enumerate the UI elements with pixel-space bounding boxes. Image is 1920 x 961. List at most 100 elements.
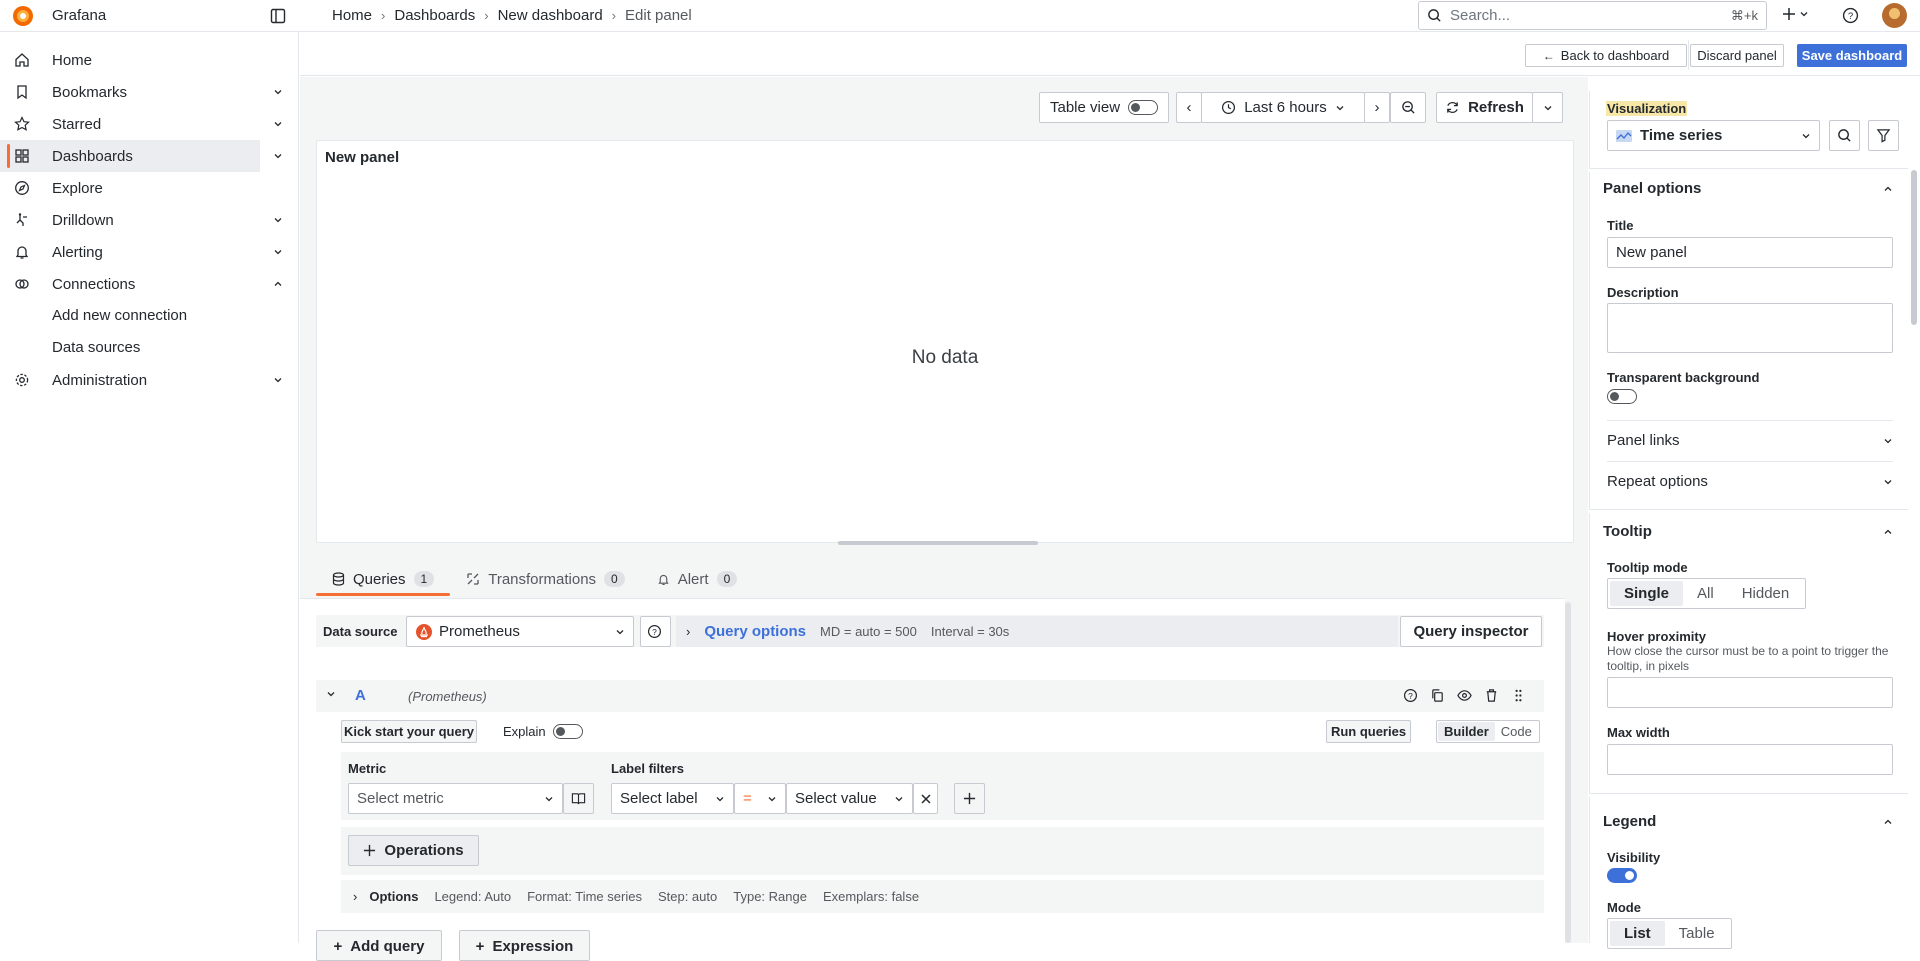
drag-handle-icon[interactable] bbox=[1511, 688, 1526, 703]
panel-links-header[interactable]: Panel links bbox=[1607, 420, 1893, 460]
save-dashboard-button[interactable]: Save dashboard bbox=[1797, 44, 1907, 67]
datasource-help-button[interactable]: ? bbox=[640, 616, 671, 647]
sidebar-item-home[interactable]: Home bbox=[0, 44, 299, 76]
repeat-options-header[interactable]: Repeat options bbox=[1607, 461, 1893, 501]
avatar[interactable] bbox=[1882, 3, 1907, 28]
options-scrollbar[interactable] bbox=[1911, 170, 1917, 325]
refresh-interval-dropdown[interactable] bbox=[1532, 92, 1563, 123]
add-query-button[interactable]: + Add query bbox=[316, 930, 442, 961]
value-select[interactable]: Select value bbox=[786, 783, 913, 814]
visualization-picker[interactable]: Time series bbox=[1607, 120, 1820, 151]
operator-select[interactable]: = bbox=[734, 783, 786, 814]
time-forward-button[interactable]: › bbox=[1364, 92, 1390, 123]
sidebar-item-alerting[interactable]: Alerting bbox=[0, 236, 299, 268]
tab-transformations[interactable]: Transformations 0 bbox=[450, 562, 641, 596]
sidebar-subitem-data-sources[interactable]: Data sources bbox=[52, 339, 140, 356]
table-view-switch[interactable] bbox=[1128, 100, 1158, 115]
query-options-toggle[interactable]: Query options bbox=[704, 623, 806, 640]
refresh-button[interactable]: Refresh bbox=[1436, 92, 1533, 123]
table-view-toggle[interactable]: Table view bbox=[1039, 92, 1169, 123]
query-options-bar[interactable]: › Query options MD = auto = 500 Interval… bbox=[676, 616, 1398, 647]
hover-proximity-input[interactable] bbox=[1607, 677, 1893, 708]
editor-mode-switch[interactable]: Builder Code bbox=[1436, 720, 1540, 743]
tab-queries[interactable]: Queries 1 bbox=[316, 562, 451, 596]
kick-start-query-button[interactable]: Kick start your query bbox=[341, 720, 477, 743]
chevron-down-icon[interactable] bbox=[273, 119, 283, 129]
tab-alert[interactable]: Alert 0 bbox=[641, 562, 754, 596]
trash-icon[interactable] bbox=[1484, 688, 1499, 703]
remove-filter-button[interactable] bbox=[913, 783, 938, 814]
legend-header[interactable]: Legend bbox=[1603, 813, 1893, 830]
sidebar-item-starred[interactable]: Starred bbox=[0, 108, 299, 140]
grafana-logo-icon[interactable] bbox=[12, 5, 34, 27]
description-textarea[interactable] bbox=[1607, 303, 1893, 353]
sidebar-item-dashboards[interactable]: Dashboards bbox=[0, 140, 260, 172]
filter-icon bbox=[1876, 128, 1891, 143]
query-inspector-button[interactable]: Query inspector bbox=[1400, 616, 1542, 647]
help-icon[interactable]: ? bbox=[1842, 7, 1859, 24]
run-queries-button[interactable]: Run queries bbox=[1326, 720, 1411, 743]
zoom-out-button[interactable] bbox=[1390, 92, 1426, 123]
chevron-down-icon[interactable] bbox=[273, 151, 283, 161]
breadcrumb-dashboards[interactable]: Dashboards bbox=[394, 7, 475, 24]
legend-mode-list[interactable]: List bbox=[1610, 921, 1665, 946]
question-circle-icon[interactable]: ? bbox=[1403, 688, 1418, 703]
dock-menu-icon[interactable] bbox=[270, 8, 286, 24]
tooltip-header[interactable]: Tooltip bbox=[1603, 523, 1893, 540]
tooltip-mode-switch[interactable]: Single All Hidden bbox=[1607, 578, 1807, 609]
builder-mode-option[interactable]: Builder bbox=[1438, 722, 1495, 741]
query-options-summary[interactable]: › Options Legend: Auto Format: Time seri… bbox=[341, 880, 1544, 913]
tooltip-mode-single[interactable]: Single bbox=[1610, 581, 1684, 606]
discard-panel-button[interactable]: Discard panel bbox=[1690, 44, 1784, 67]
queries-scrollbar[interactable] bbox=[1565, 602, 1571, 943]
transparent-background-switch[interactable] bbox=[1607, 389, 1637, 404]
legend-mode-switch[interactable]: List Table bbox=[1607, 918, 1732, 949]
sidebar-item-administration[interactable]: Administration bbox=[0, 364, 299, 396]
query-row-header[interactable] bbox=[316, 680, 1544, 712]
sidebar-item-drilldown[interactable]: Drilldown bbox=[0, 204, 299, 236]
time-range-picker[interactable]: Last 6 hours bbox=[1201, 92, 1365, 123]
tooltip-mode-all[interactable]: All bbox=[1683, 581, 1728, 606]
chevron-down-icon[interactable] bbox=[273, 87, 283, 97]
panel-preview[interactable]: New panel No data bbox=[316, 140, 1574, 543]
pane-resize-handle[interactable] bbox=[838, 541, 1038, 545]
copy-icon[interactable] bbox=[1430, 688, 1445, 703]
panel-title-input[interactable]: New panel bbox=[1607, 237, 1893, 268]
add-filter-button[interactable] bbox=[954, 783, 985, 814]
search-options-button[interactable] bbox=[1829, 120, 1860, 151]
sidebar-item-connections[interactable]: Connections bbox=[0, 268, 299, 300]
apps-icon bbox=[14, 148, 30, 164]
back-to-dashboard-button[interactable]: ← Back to dashboard bbox=[1525, 44, 1687, 67]
chevron-down-icon[interactable] bbox=[273, 375, 283, 385]
label-select[interactable]: Select label bbox=[611, 783, 734, 814]
datasource-picker[interactable]: Prometheus bbox=[406, 616, 634, 647]
breadcrumb-new-dashboard[interactable]: New dashboard bbox=[498, 7, 603, 24]
chevron-down-icon[interactable] bbox=[273, 247, 283, 257]
sidebar-item-bookmarks[interactable]: Bookmarks bbox=[0, 76, 299, 108]
metric-select[interactable]: Select metric bbox=[348, 783, 563, 814]
add-expression-button[interactable]: + Expression bbox=[459, 930, 590, 961]
metrics-explorer-button[interactable] bbox=[563, 783, 594, 814]
legend-mode-table[interactable]: Table bbox=[1665, 921, 1729, 946]
sidebar-item-explore[interactable]: Explore bbox=[0, 172, 299, 204]
new-button[interactable] bbox=[1782, 7, 1809, 21]
explain-switch[interactable] bbox=[553, 724, 583, 739]
panel-options-header[interactable]: Panel options bbox=[1603, 180, 1893, 197]
query-interval: Interval = 30s bbox=[930, 624, 1010, 639]
breadcrumb-home[interactable]: Home bbox=[332, 7, 372, 24]
eye-icon[interactable] bbox=[1457, 688, 1472, 703]
sidebar-subitem-add-new-connection[interactable]: Add new connection bbox=[52, 307, 187, 324]
query-ref-id[interactable]: A bbox=[355, 687, 366, 704]
search-input[interactable]: Search... ⌘+k bbox=[1418, 1, 1767, 30]
tooltip-mode-hidden[interactable]: Hidden bbox=[1728, 581, 1804, 606]
filter-options-button[interactable] bbox=[1868, 120, 1899, 151]
label-filters-label: Label filters bbox=[611, 761, 684, 776]
add-operation-button[interactable]: Operations bbox=[348, 835, 479, 866]
legend-visibility-switch[interactable] bbox=[1607, 868, 1637, 883]
code-mode-option[interactable]: Code bbox=[1495, 722, 1538, 741]
chevron-up-icon[interactable] bbox=[273, 279, 283, 289]
time-back-button[interactable]: ‹ bbox=[1176, 92, 1202, 123]
chevron-down-icon[interactable] bbox=[326, 689, 336, 699]
max-width-input[interactable] bbox=[1607, 744, 1893, 775]
chevron-down-icon[interactable] bbox=[273, 215, 283, 225]
